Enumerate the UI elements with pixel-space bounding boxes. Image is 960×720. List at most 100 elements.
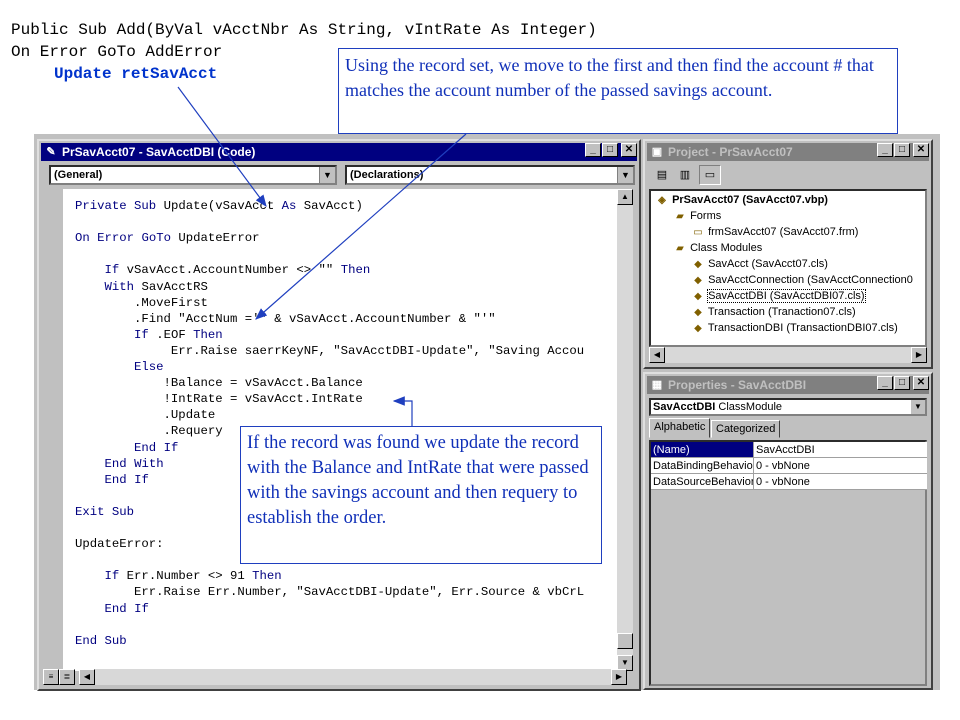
- tree-item-label: SavAcct (SavAcct07.cls): [708, 258, 828, 270]
- code-window[interactable]: ✎ PrSavAcct07 - SavAcctDBI (Code) _ □ ✕ …: [37, 139, 641, 691]
- property-value[interactable]: 0 - vbNone: [754, 474, 927, 489]
- property-name: DataSourceBehavior: [651, 474, 754, 489]
- tree-item[interactable]: ▰ Class Modules: [673, 241, 762, 256]
- property-row[interactable]: (Name) SavAcctDBI: [651, 442, 927, 458]
- tree-item-label: SavAcctDBI (SavAcctDBI07.cls): [707, 289, 866, 303]
- code-line: .Find "AcctNum ='" & vSavAcct.AccountNum…: [75, 311, 496, 326]
- object-combo[interactable]: (General) ▼: [49, 165, 337, 185]
- tree-item-label: TransactionDBI (TransactionDBI07.cls): [707, 322, 898, 334]
- folder-icon: ▰: [676, 243, 684, 254]
- tree-item[interactable]: ◆ SavAcctDBI (SavAcctDBI07.cls): [691, 289, 866, 304]
- project-explorer[interactable]: ▣ Project - PrSavAcct07 _ □ ✕ ▤ ▥ ▭ ◈ Pr…: [643, 139, 933, 369]
- callout-update-record: If the record was found we update the re…: [240, 426, 602, 564]
- object-selector[interactable]: SavAcctDBI ClassModule ▼: [649, 398, 927, 416]
- property-row[interactable]: DataSourceBehavior 0 - vbNone: [651, 474, 927, 490]
- property-name: DataBindingBehavior: [651, 458, 754, 473]
- class-icon: ◆: [694, 291, 702, 302]
- code-line: On Error GoTo UpdateError: [75, 231, 260, 246]
- tree-item-label: PrSavAcct07 (SavAcct07.vbp): [672, 194, 828, 206]
- code-line: Exit Sub: [75, 504, 135, 519]
- properties-title: Properties - SavAcctDBI: [668, 378, 807, 392]
- object-combo-value: (General): [54, 169, 103, 181]
- maximize-button[interactable]: □: [602, 143, 618, 157]
- chevron-down-icon[interactable]: ▼: [911, 400, 925, 414]
- minimize-button[interactable]: _: [877, 143, 893, 157]
- code-line: Else: [134, 360, 164, 374]
- close-button[interactable]: ✕: [621, 143, 637, 157]
- view-object-icon[interactable]: ▥: [674, 165, 696, 185]
- project-hscrollbar[interactable]: ◀ ▶: [649, 347, 927, 363]
- tree-item-label: Forms: [690, 210, 722, 222]
- vertical-scrollbar[interactable]: ▲ ▼: [617, 189, 633, 671]
- code-line: !Balance = vSavAcct.Balance: [75, 376, 363, 391]
- tree-item-label: SavAcctConnection (SavAcctConnection0: [708, 274, 913, 286]
- procedure-combo-value: (Declarations): [350, 169, 424, 181]
- tab-alphabetic[interactable]: Alphabetic: [649, 418, 711, 438]
- tree-item[interactable]: ◆ Transaction (Tranaction07.cls): [691, 305, 856, 320]
- minimize-button[interactable]: _: [585, 143, 601, 157]
- form-icon: ▭: [693, 227, 703, 238]
- code-line: If vSavAcct.AccountNumber <> "" Then: [104, 263, 371, 278]
- horizontal-scrollbar[interactable]: ◀ ▶: [79, 669, 627, 685]
- scroll-left-icon[interactable]: ◀: [649, 347, 665, 363]
- property-row[interactable]: DataBindingBehavior 0 - vbNone: [651, 458, 927, 474]
- maximize-button[interactable]: □: [894, 143, 910, 157]
- scroll-right-icon[interactable]: ▶: [911, 347, 927, 363]
- object-type: ClassModule: [718, 401, 783, 413]
- project-icon: ◈: [658, 195, 666, 206]
- close-button[interactable]: ✕: [913, 376, 929, 390]
- project-explorer-icon: ▣: [651, 146, 663, 158]
- maximize-button[interactable]: □: [894, 376, 910, 390]
- code-line: UpdateError:: [75, 537, 164, 552]
- code-line: End If: [134, 440, 179, 455]
- property-value[interactable]: SavAcctDBI: [754, 442, 927, 457]
- tree-item-label: Transaction (Tranaction07.cls): [707, 306, 856, 318]
- code-line: .MoveFirst: [75, 295, 208, 310]
- project-window-buttons: _ □ ✕: [877, 143, 929, 157]
- properties-window-buttons: _ □ ✕: [877, 376, 929, 390]
- tree-item[interactable]: ▰ Forms: [673, 209, 721, 224]
- tree-item[interactable]: ◈ PrSavAcct07 (SavAcct07.vbp): [655, 193, 828, 208]
- tree-item[interactable]: ◆ SavAcct (SavAcct07.cls): [691, 257, 828, 272]
- properties-window[interactable]: ▦ Properties - SavAcctDBI _ □ ✕ SavAcctD…: [643, 372, 933, 690]
- view-code-icon[interactable]: ▤: [651, 165, 673, 185]
- class-icon: ◆: [694, 307, 702, 318]
- code-window-icon: ✎: [46, 146, 56, 158]
- callout-find-account: Using the record set, we move to the fir…: [338, 48, 898, 134]
- code-line: End If: [104, 601, 149, 616]
- chevron-down-icon[interactable]: ▼: [319, 167, 335, 183]
- scroll-thumb[interactable]: [617, 633, 633, 649]
- class-icon: ◆: [694, 323, 702, 334]
- code-window-title: PrSavAcct07 - SavAcctDBI (Code): [62, 145, 256, 159]
- minimize-button[interactable]: _: [877, 376, 893, 390]
- tab-categorized[interactable]: Categorized: [711, 420, 781, 438]
- close-button[interactable]: ✕: [913, 143, 929, 157]
- code-window-titlebar[interactable]: ✎ PrSavAcct07 - SavAcctDBI (Code): [41, 143, 637, 161]
- vb-ide: ✎ PrSavAcct07 - SavAcctDBI (Code) _ □ ✕ …: [34, 134, 940, 691]
- code-window-buttons: _ □ ✕: [585, 143, 637, 157]
- code-line: .Requery: [75, 424, 223, 439]
- code-line: With SavAcctRS: [104, 279, 208, 294]
- tree-item[interactable]: ◆ TransactionDBI (TransactionDBI07.cls): [691, 321, 898, 336]
- chevron-down-icon[interactable]: ▼: [617, 167, 633, 183]
- code-line: Err.Raise saerrKeyNF, "SavAcctDBI-Update…: [75, 343, 585, 358]
- procedure-combo[interactable]: (Declarations) ▼: [345, 165, 635, 185]
- full-module-view-icon[interactable]: ≣: [59, 669, 75, 685]
- tree-item[interactable]: ◆ SavAcctConnection (SavAcctConnection0: [691, 273, 913, 288]
- class-icon: ◆: [694, 259, 702, 270]
- tree-item-label: frmSavAcct07 (SavAcct07.frm): [708, 226, 859, 238]
- toggle-folders-icon[interactable]: ▭: [699, 165, 721, 185]
- tree-item[interactable]: ▭ frmSavAcct07 (SavAcct07.frm): [691, 225, 858, 240]
- code-line: Err.Raise Err.Number, "SavAcctDBI-Update…: [75, 585, 585, 600]
- scroll-up-icon[interactable]: ▲: [617, 189, 633, 205]
- property-value[interactable]: 0 - vbNone: [754, 458, 927, 473]
- project-tree[interactable]: ◈ PrSavAcct07 (SavAcct07.vbp) ▰ Forms ▭ fr…: [649, 189, 927, 347]
- scroll-left-icon[interactable]: ◀: [79, 669, 95, 685]
- procedure-view-icon[interactable]: ≡: [43, 669, 59, 685]
- code-line: End Sub: [75, 633, 127, 648]
- scroll-right-icon[interactable]: ▶: [611, 669, 627, 685]
- slide-code-line-3: Update retSavAcct: [54, 65, 218, 83]
- code-line: If Err.Number <> 91 Then: [104, 569, 282, 584]
- project-title: Project - PrSavAcct07: [668, 145, 793, 159]
- property-grid[interactable]: (Name) SavAcctDBI DataBindingBehavior 0 - v…: [649, 440, 927, 686]
